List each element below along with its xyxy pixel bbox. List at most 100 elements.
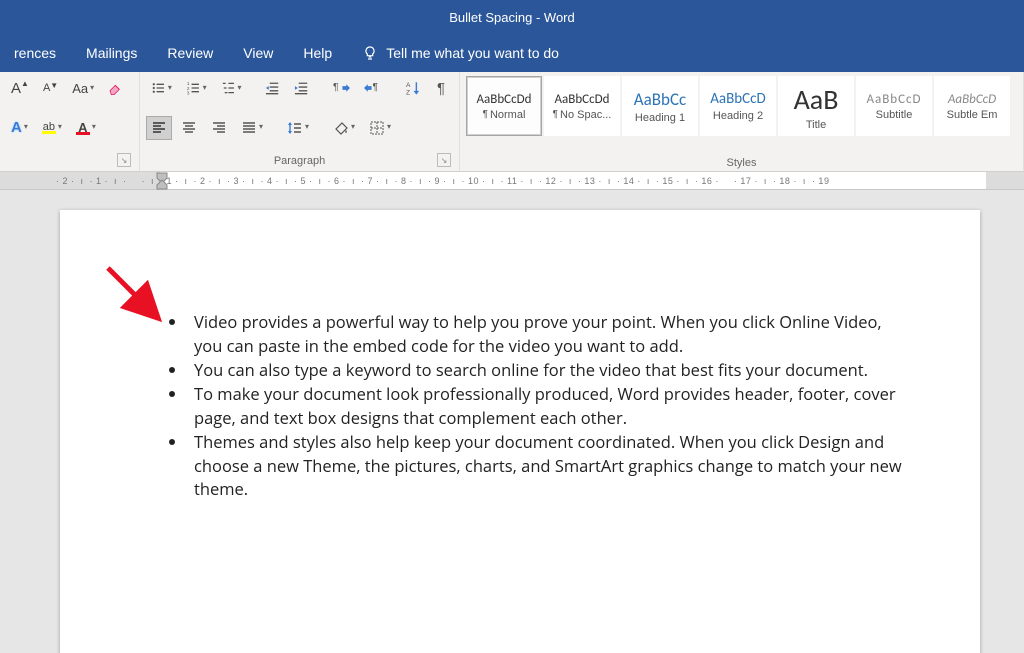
align-center-button[interactable] [176, 116, 202, 140]
line-spacing-icon [287, 120, 303, 136]
multilevel-icon [221, 80, 236, 96]
style-item-title[interactable]: AaB Title [778, 76, 854, 136]
style-label: Heading 2 [713, 110, 763, 122]
list-item[interactable]: To make your document look professionall… [188, 382, 910, 430]
shading-button[interactable] [328, 116, 360, 140]
style-sample: AaBbCcD [710, 90, 765, 108]
highlight-color-swatch [42, 131, 56, 134]
lightbulb-icon [362, 45, 378, 61]
grow-font-button[interactable]: A▲ [6, 76, 34, 100]
align-left-icon [151, 120, 167, 136]
style-label: Subtitle [876, 109, 913, 121]
align-right-button[interactable] [206, 116, 232, 140]
tab-mailings[interactable]: Mailings [80, 41, 143, 65]
ribbon-group-paragraph: 123 ¶ ¶ AZ ¶ [140, 72, 460, 171]
tab-review[interactable]: Review [161, 41, 219, 65]
svg-text:¶: ¶ [333, 82, 339, 93]
tell-me[interactable]: Tell me what you want to do [362, 45, 559, 61]
font-color-button[interactable]: A [71, 116, 101, 140]
style-label: ¶No Spac... [553, 109, 612, 121]
style-item-subtitle[interactable]: AaBbCcD Subtitle [856, 76, 932, 136]
justify-button[interactable] [236, 116, 268, 140]
bulleted-list[interactable]: Video provides a powerful way to help yo… [160, 310, 910, 501]
line-spacing-button[interactable] [282, 116, 314, 140]
window-titlebar: Bullet Spacing - Word [0, 0, 1024, 34]
align-left-button[interactable] [146, 116, 172, 140]
indent-icon [294, 80, 309, 96]
highlight-button[interactable]: ab [37, 116, 67, 140]
svg-text:Z: Z [406, 90, 410, 96]
shrink-font-button[interactable]: A▼ [38, 76, 63, 100]
increase-indent-button[interactable] [289, 76, 314, 100]
justify-icon [241, 120, 257, 136]
font-color-swatch [76, 132, 90, 135]
style-label: ¶Normal [483, 109, 526, 121]
ribbon-group-font: A▲ A▼ Aa A ab A ↘ [0, 72, 140, 171]
ribbon-tabs: rences Mailings Review View Help Tell me… [0, 34, 1024, 72]
rtl-button[interactable]: ¶ [359, 76, 386, 100]
document-workspace: Video provides a powerful way to help yo… [0, 190, 1024, 653]
svg-text:3: 3 [187, 90, 190, 95]
ruler-margin-right [986, 172, 1024, 189]
decrease-indent-button[interactable] [260, 76, 285, 100]
show-marks-button[interactable]: ¶ [429, 76, 453, 100]
sort-icon: AZ [405, 80, 420, 96]
tell-me-label: Tell me what you want to do [386, 45, 559, 61]
rtl-icon: ¶ [364, 80, 381, 96]
tab-references[interactable]: rences [8, 41, 62, 65]
style-label: Subtle Em [947, 109, 998, 121]
ribbon: A▲ A▼ Aa A ab A ↘ 123 [0, 72, 1024, 172]
style-item-subtle-em[interactable]: AaBbCcD Subtle Em [934, 76, 1010, 136]
horizontal-ruler[interactable]: · 2 · ı · 1 · ı · · ı · 1 · ı · 2 · ı · … [0, 172, 1024, 190]
sort-button[interactable]: AZ [400, 76, 425, 100]
style-sample: AaBbCcD [866, 92, 921, 107]
align-right-icon [211, 120, 227, 136]
list-item[interactable]: Video provides a powerful way to help yo… [188, 310, 910, 358]
style-sample: AaBbCc [634, 89, 686, 110]
eraser-icon [108, 80, 124, 96]
style-item-heading-2[interactable]: AaBbCcD Heading 2 [700, 76, 776, 136]
style-item-no-spac-[interactable]: AaBbCcDd ¶No Spac... [544, 76, 620, 136]
borders-button[interactable] [364, 116, 396, 140]
svg-text:¶: ¶ [373, 82, 379, 93]
indent-marker-icon[interactable] [156, 172, 168, 190]
numbering-button[interactable]: 123 [181, 76, 212, 100]
styles-group-label: Styles [727, 157, 757, 169]
style-sample: AaB [794, 82, 839, 117]
change-case-button[interactable]: Aa [67, 76, 99, 100]
window-title: Bullet Spacing - Word [449, 10, 575, 25]
numbering-icon: 123 [186, 80, 201, 96]
tab-help[interactable]: Help [297, 41, 338, 65]
styles-gallery[interactable]: AaBbCcDd¶NormalAaBbCcDd¶No Spac...AaBbCc… [460, 72, 1023, 157]
style-sample: AaBbCcDd [477, 92, 532, 107]
style-label: Title [806, 119, 826, 131]
annotation-arrow-icon [100, 260, 180, 340]
font-group-launcher[interactable]: ↘ [117, 153, 131, 167]
bullets-icon [151, 80, 166, 96]
ribbon-group-styles: AaBbCcDd¶NormalAaBbCcDd¶No Spac...AaBbCc… [460, 72, 1024, 171]
ltr-icon: ¶ [333, 80, 350, 96]
multilevel-list-button[interactable] [216, 76, 247, 100]
list-item[interactable]: Themes and styles also help keep your do… [188, 430, 910, 502]
paragraph-group-launcher[interactable]: ↘ [437, 153, 451, 167]
document-body[interactable]: Video provides a powerful way to help yo… [160, 310, 910, 501]
borders-icon [369, 120, 385, 136]
paragraph-group-label: Paragraph [274, 155, 325, 167]
ltr-button[interactable]: ¶ [328, 76, 355, 100]
document-page[interactable]: Video provides a powerful way to help yo… [60, 210, 980, 653]
style-label: Heading 1 [635, 112, 685, 124]
style-sample: AaBbCcDd [555, 92, 610, 107]
text-effects-button[interactable]: A [6, 116, 33, 140]
svg-text:A: A [406, 82, 411, 89]
style-item-normal[interactable]: AaBbCcDd ¶Normal [466, 76, 542, 136]
tab-view[interactable]: View [237, 41, 279, 65]
list-item[interactable]: You can also type a keyword to search on… [188, 358, 910, 382]
ruler-ticks: · 2 · ı · 1 · ı · · ı · 1 · ı · 2 · ı · … [56, 176, 829, 186]
paint-bucket-icon [333, 120, 349, 136]
style-item-heading-1[interactable]: AaBbCc Heading 1 [622, 76, 698, 136]
outdent-icon [265, 80, 280, 96]
align-center-icon [181, 120, 197, 136]
style-sample: AaBbCcD [948, 92, 996, 107]
clear-formatting-button[interactable] [103, 76, 129, 100]
bullets-button[interactable] [146, 76, 177, 100]
